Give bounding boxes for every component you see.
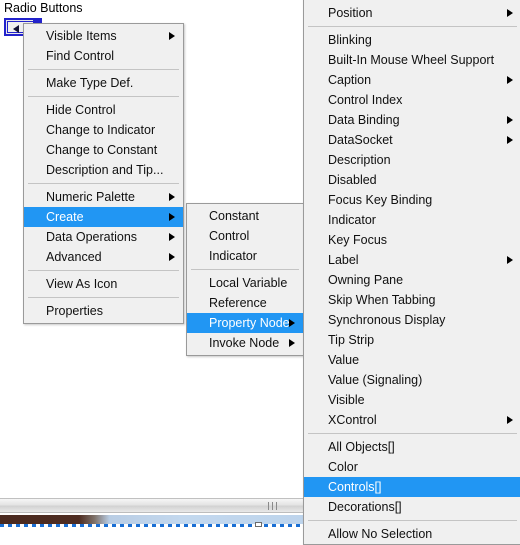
menu-item-create[interactable]: Create [24,207,183,227]
menu-item-color[interactable]: Color [304,457,520,477]
panel-bottom-chrome [0,498,304,527]
control-right-click-menu[interactable]: Visible Items Find Control Make Type Def. H… [23,23,184,324]
menu-item-control-index[interactable]: Control Index [304,90,520,110]
menu-item-hide-control[interactable]: Hide Control [24,100,183,120]
menu-item-control[interactable]: Control [187,226,303,246]
menu-item-change-to-indicator[interactable]: Change to Indicator [24,120,183,140]
create-submenu[interactable]: Constant Control Indicator Local Variable Re… [186,203,304,356]
menu-item-allow-no-selection[interactable]: Allow No Selection [304,524,520,544]
submenu-arrow-icon [507,416,513,424]
menu-item-data-operations[interactable]: Data Operations [24,227,183,247]
menu-item-invoke-node[interactable]: Invoke Node [187,333,303,353]
submenu-arrow-icon [169,213,175,221]
menu-item-label[interactable]: Label [304,250,520,270]
menu-item-datasocket[interactable]: DataSocket [304,130,520,150]
menu-item-make-type-def[interactable]: Make Type Def. [24,73,183,93]
submenu-arrow-icon [507,116,513,124]
menu-separator [308,520,517,521]
menu-separator [308,26,517,27]
submenu-arrow-icon [507,76,513,84]
menu-item-focus-key-binding[interactable]: Focus Key Binding [304,190,520,210]
menu-item-constant[interactable]: Constant [187,206,303,226]
menu-item-disabled[interactable]: Disabled [304,170,520,190]
horizontal-scrollbar[interactable] [0,498,304,513]
submenu-arrow-icon [507,9,513,17]
menu-separator [28,69,179,70]
submenu-arrow-icon [507,256,513,264]
submenu-arrow-icon [169,193,175,201]
dashed-edge-marker [255,522,262,527]
submenu-arrow-icon [169,253,175,261]
menu-item-visible[interactable]: Visible [304,390,520,410]
menu-item-description[interactable]: Description [304,150,520,170]
menu-item-description-and-tip[interactable]: Description and Tip... [24,160,183,180]
menu-separator [308,433,517,434]
menu-item-xcontrol[interactable]: XControl [304,410,520,430]
property-node-submenu[interactable]: Position Blinking Built-In Mouse Wheel Sup… [303,0,520,545]
submenu-arrow-icon [169,32,175,40]
submenu-arrow-icon [169,233,175,241]
submenu-arrow-icon [289,319,295,327]
menu-item-all-objects-array[interactable]: All Objects[] [304,437,520,457]
menu-item-property-node[interactable]: Property Node [187,313,303,333]
menu-item-data-binding[interactable]: Data Binding [304,110,520,130]
menu-item-caption[interactable]: Caption [304,70,520,90]
triangle-glyph-icon [13,25,19,33]
menu-separator [28,270,179,271]
menu-item-view-as-icon[interactable]: View As Icon [24,274,183,294]
menu-item-synchronous-display[interactable]: Synchronous Display [304,310,520,330]
menu-item-reference[interactable]: Reference [187,293,303,313]
menu-separator [28,297,179,298]
menu-item-change-to-constant[interactable]: Change to Constant [24,140,183,160]
menu-item-key-focus[interactable]: Key Focus [304,230,520,250]
menu-item-advanced[interactable]: Advanced [24,247,183,267]
menu-item-controls-array[interactable]: Controls[] [304,477,520,497]
submenu-arrow-icon [507,136,513,144]
menu-separator [191,269,299,270]
menu-separator [28,96,179,97]
menu-item-indicator[interactable]: Indicator [304,210,520,230]
menu-item-position[interactable]: Position [304,3,520,23]
menu-item-built-in-mouse-wheel-support[interactable]: Built-In Mouse Wheel Support [304,50,520,70]
menu-item-decorations-array[interactable]: Decorations[] [304,497,520,517]
panel-title: Radio Buttons [4,1,83,15]
scrollbar-grip-icon[interactable] [268,502,280,510]
menu-separator [28,183,179,184]
menu-item-owning-pane[interactable]: Owning Pane [304,270,520,290]
menu-item-visible-items[interactable]: Visible Items [24,26,183,46]
submenu-arrow-icon [289,339,295,347]
menu-item-numeric-palette[interactable]: Numeric Palette [24,187,183,207]
menu-item-indicator[interactable]: Indicator [187,246,303,266]
menu-item-value-signaling[interactable]: Value (Signaling) [304,370,520,390]
menu-item-skip-when-tabbing[interactable]: Skip When Tabbing [304,290,520,310]
menu-item-find-control[interactable]: Find Control [24,46,183,66]
menu-item-properties[interactable]: Properties [24,301,183,321]
menu-item-local-variable[interactable]: Local Variable [187,273,303,293]
menu-item-tip-strip[interactable]: Tip Strip [304,330,520,350]
menu-item-value[interactable]: Value [304,350,520,370]
menu-item-blinking[interactable]: Blinking [304,30,520,50]
